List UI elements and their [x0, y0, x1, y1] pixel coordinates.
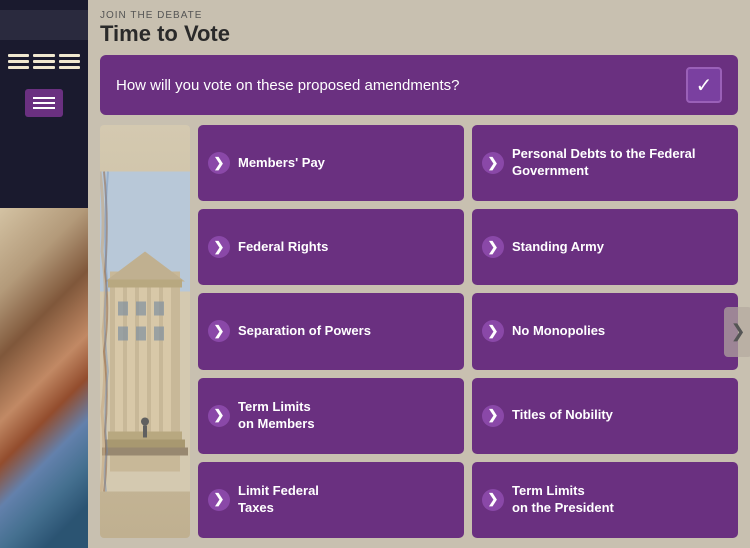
- menu-line: [33, 107, 55, 109]
- header: JOIN THE DEBATE Time to Vote: [100, 10, 738, 47]
- main-content: JOIN THE DEBATE Time to Vote How will yo…: [88, 0, 750, 548]
- titles-of-nobility-button[interactable]: ❯ Titles of Nobility: [472, 378, 738, 454]
- chevron-icon: ❯: [208, 152, 230, 174]
- chevron-icon: ❯: [208, 489, 230, 511]
- menu-line: [33, 102, 55, 104]
- question-bar: How will you vote on these proposed amen…: [100, 55, 738, 115]
- sidebar-lines-group: [0, 54, 88, 69]
- content-area: ❯ Members' Pay ❯ Personal Debts to the F…: [100, 125, 738, 538]
- btn-label: No Monopolies: [512, 323, 728, 340]
- btn-label: Separation of Powers: [238, 323, 454, 340]
- federal-rights-button[interactable]: ❯ Federal Rights: [198, 209, 464, 285]
- buttons-grid: ❯ Members' Pay ❯ Personal Debts to the F…: [198, 125, 738, 538]
- menu-button[interactable]: [25, 89, 63, 117]
- line-group-3: [59, 54, 80, 69]
- sidebar: [0, 0, 88, 548]
- chevron-icon: ❯: [208, 320, 230, 342]
- btn-label: Term Limitson Members: [238, 399, 454, 433]
- line-group-1: [8, 54, 29, 69]
- line-group-2: [33, 54, 54, 69]
- chevron-icon: ❯: [482, 320, 504, 342]
- join-label: JOIN THE DEBATE: [100, 10, 738, 21]
- next-arrow[interactable]: ❯: [724, 307, 750, 357]
- sidebar-line: [8, 54, 29, 57]
- limit-federal-taxes-button[interactable]: ❯ Limit FederalTaxes: [198, 462, 464, 538]
- sidebar-line: [59, 66, 80, 69]
- chevron-icon: ❯: [482, 489, 504, 511]
- menu-line: [33, 97, 55, 99]
- term-limits-members-button[interactable]: ❯ Term Limitson Members: [198, 378, 464, 454]
- btn-label: Members' Pay: [238, 155, 454, 172]
- sidebar-line: [59, 60, 80, 63]
- btn-label: Standing Army: [512, 239, 728, 256]
- sidebar-line: [33, 66, 54, 69]
- btn-label: Personal Debts to the Federal Government: [512, 146, 728, 180]
- no-monopolies-button[interactable]: ❯ No Monopolies: [472, 293, 738, 369]
- sidebar-line: [8, 66, 29, 69]
- check-button[interactable]: ✓: [686, 67, 722, 103]
- chevron-icon: ❯: [208, 236, 230, 258]
- sidebar-top: [0, 10, 88, 40]
- sidebar-decorative: [0, 208, 88, 548]
- sidebar-line: [8, 60, 29, 63]
- chevron-icon: ❯: [482, 152, 504, 174]
- sidebar-line: [33, 54, 54, 57]
- btn-label: Limit FederalTaxes: [238, 483, 454, 517]
- btn-label: Titles of Nobility: [512, 407, 728, 424]
- question-text: How will you vote on these proposed amen…: [116, 77, 460, 94]
- btn-label: Term Limitson the President: [512, 483, 728, 517]
- chevron-icon: ❯: [482, 236, 504, 258]
- chevron-icon: ❯: [208, 405, 230, 427]
- sidebar-line: [33, 60, 54, 63]
- personal-debts-button[interactable]: ❯ Personal Debts to the Federal Governme…: [472, 125, 738, 201]
- standing-army-button[interactable]: ❯ Standing Army: [472, 209, 738, 285]
- members-pay-button[interactable]: ❯ Members' Pay: [198, 125, 464, 201]
- chevron-icon: ❯: [482, 405, 504, 427]
- btn-label: Federal Rights: [238, 239, 454, 256]
- page-title: Time to Vote: [100, 21, 738, 47]
- separation-of-powers-button[interactable]: ❯ Separation of Powers: [198, 293, 464, 369]
- term-limits-president-button[interactable]: ❯ Term Limitson the President: [472, 462, 738, 538]
- sidebar-line: [59, 54, 80, 57]
- building-image: [100, 125, 190, 538]
